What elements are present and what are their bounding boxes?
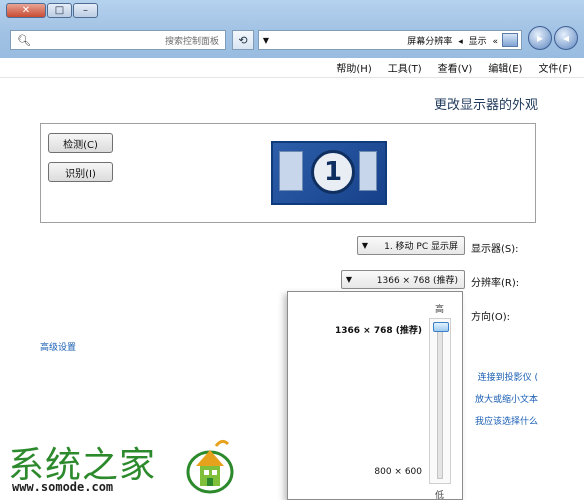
back-button[interactable]: ◂ (554, 26, 578, 50)
address-row: 🔍︎ 搜索控制面板 ⟲ ▼ 屏幕分辨率 ◂ 显示 « ▸ ◂ (6, 26, 578, 52)
display-select-value: 1. 移动 PC 显示屏 (384, 242, 458, 252)
maximize-button[interactable]: □ (47, 3, 72, 18)
refresh-button[interactable]: ⟲ (232, 30, 254, 50)
window-pane-icon (359, 151, 377, 191)
watermark: 系统之家 www.somode.com (0, 428, 246, 500)
minimum-resolution-label: 800 × 600 (374, 467, 422, 477)
identify-button[interactable]: 识别(I) (48, 162, 113, 182)
refresh-icon: ⟲ (238, 33, 248, 47)
monitor-number-badge: 1 (311, 150, 355, 194)
minimize-button[interactable]: – (73, 3, 98, 18)
arrow-right-icon: ▸ (536, 31, 544, 45)
detect-button[interactable]: 检测(C) (48, 133, 113, 153)
menu-help[interactable]: 帮助(H) (336, 60, 371, 75)
breadcrumb-item[interactable]: 屏幕分辨率 (407, 37, 452, 47)
projector-link[interactable]: 连接到投影仪 ( (478, 370, 538, 383)
display-label: 显示器(S): (471, 244, 519, 255)
orientation-label: 方向(O): (471, 312, 511, 323)
breadcrumb-overflow-icon[interactable]: « (492, 37, 498, 47)
menu-tools[interactable]: 工具(T) (388, 60, 422, 75)
current-resolution-label: 1366 × 768 (推荐) (334, 326, 422, 336)
page-title: 更改显示器的外观 (433, 98, 538, 113)
chevron-down-icon[interactable]: ▼ (259, 36, 273, 45)
window-controls: ✕ □ – (6, 3, 99, 18)
resolution-dropdown-popup: 高 1366 × 768 (推荐) 800 × 600 低 (287, 291, 463, 500)
control-panel-icon (502, 33, 518, 47)
resolution-select-value: 1366 × 768 (推荐) (376, 276, 458, 286)
text-size-link[interactable]: 放大或缩小文本 (475, 392, 538, 405)
watermark-url: www.somode.com (12, 480, 114, 494)
window-pane-icon (279, 151, 303, 191)
display-select[interactable]: ▼ 1. 移动 PC 显示屏 (357, 236, 465, 255)
breadcrumb-separator-icon: ◂ (458, 36, 463, 47)
house-logo-icon (186, 439, 234, 494)
monitor-thumbnail[interactable]: 1 (271, 141, 387, 205)
chevron-down-icon: ▼ (361, 241, 369, 250)
breadcrumb-item[interactable]: 显示 (469, 37, 487, 47)
title-bar: ✕ □ – 🔍︎ 搜索控制面板 ⟲ ▼ 屏幕分辨率 ◂ 显示 « ▸ ◂ (0, 0, 584, 58)
close-button[interactable]: ✕ (6, 3, 46, 18)
search-input[interactable]: 🔍︎ 搜索控制面板 (10, 30, 226, 50)
resolution-slider-thumb[interactable] (433, 322, 449, 332)
chevron-down-icon: ▼ (345, 275, 353, 284)
menu-bar: 文件(F) 编辑(E) 查看(V) 工具(T) 帮助(H) (0, 58, 584, 78)
search-icon: 🔍︎ (17, 33, 31, 47)
address-bar[interactable]: ▼ 屏幕分辨率 ◂ 显示 « (258, 30, 522, 50)
slider-low-label: 低 (435, 491, 445, 500)
menu-file[interactable]: 文件(F) (538, 60, 572, 75)
slider-rail (437, 325, 443, 479)
nav-buttons: ▸ ◂ (526, 26, 578, 50)
search-placeholder: 搜索控制面板 (164, 36, 219, 47)
resolution-slider-track[interactable] (429, 318, 451, 484)
resolution-select[interactable]: ▼ 1366 × 768 (推荐) (341, 270, 465, 289)
advanced-settings-link[interactable]: 高级设置 (40, 340, 76, 353)
forward-button[interactable]: ▸ (528, 26, 552, 50)
monitor-preview-area: 1 (40, 123, 536, 223)
breadcrumb: 屏幕分辨率 ◂ 显示 « (273, 34, 502, 47)
resolution-label: 分辨率(R): (471, 278, 520, 289)
menu-view[interactable]: 查看(V) (438, 60, 473, 75)
slider-high-label: 高 (435, 305, 445, 315)
help-choose-link[interactable]: 我应该选择什么 (475, 414, 538, 427)
menu-edit[interactable]: 编辑(E) (488, 60, 522, 75)
arrow-left-icon: ◂ (562, 31, 570, 45)
